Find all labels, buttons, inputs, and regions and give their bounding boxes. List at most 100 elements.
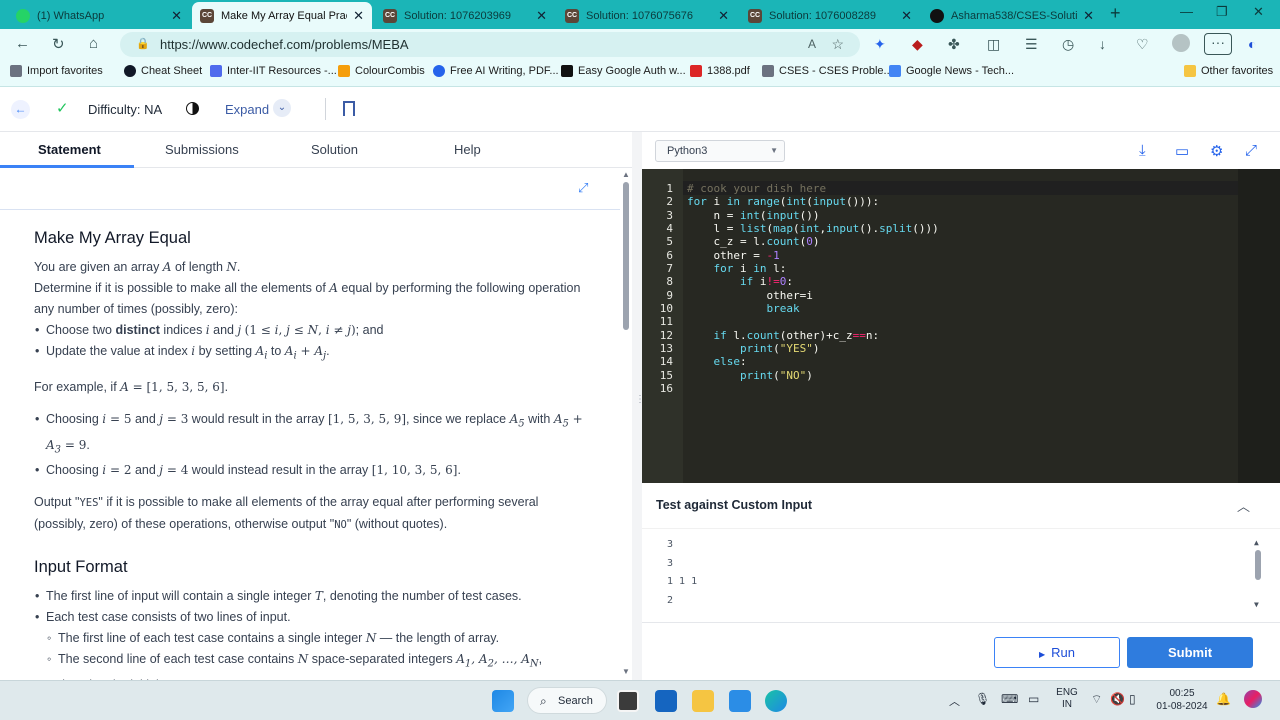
bookmark-item[interactable]: Easy Google Auth w...: [561, 65, 686, 77]
keyboard-icon[interactable]: ⌨: [1001, 692, 1018, 706]
list-item: Update the value at index i by setting A…: [35, 341, 589, 366]
scroll-down-icon[interactable]: ▼: [622, 667, 630, 676]
custom-input-header[interactable]: Test against Custom Input ︿: [642, 483, 1280, 529]
task-view-icon[interactable]: [617, 690, 639, 712]
display-icon[interactable]: ▭: [1028, 692, 1039, 706]
bookmark-label: ColourCombis: [355, 65, 425, 77]
chevron-down-icon[interactable]: ⌄: [273, 99, 291, 117]
notification-bell-icon[interactable]: 🔔: [1216, 692, 1231, 706]
bookmark-item[interactable]: Google News - Tech...: [889, 65, 1014, 77]
scroll-up-icon[interactable]: ▲: [622, 170, 630, 179]
bookmark-item[interactable]: Inter-IIT Resources -...: [210, 65, 337, 77]
bookmark-label: Google News - Tech...: [906, 65, 1015, 77]
run-button[interactable]: ▶ Run: [994, 637, 1120, 668]
close-icon[interactable]: ✕: [1083, 8, 1094, 24]
microsoft-store-icon[interactable]: [655, 690, 677, 712]
divider: [0, 209, 620, 210]
favorites-icon[interactable]: ☰: [1025, 36, 1038, 53]
bookmark-item[interactable]: CSES - CSES Proble...: [762, 65, 893, 77]
medium-icon: [561, 65, 573, 77]
download-icon[interactable]: ↓: [1099, 36, 1106, 52]
browser-tab-github[interactable]: Asharma538/CSES-Solutions ✕: [922, 2, 1102, 29]
volume-icon[interactable]: 🔇: [1110, 692, 1125, 706]
tab-statement[interactable]: Statement: [38, 142, 101, 157]
bookmark-item[interactable]: 1388.pdf: [690, 65, 750, 77]
play-icon: ▶: [1038, 650, 1046, 659]
read-aloud-icon[interactable]: A: [808, 32, 816, 57]
minimize-icon[interactable]: —: [1180, 4, 1193, 19]
vscode-icon[interactable]: [729, 690, 751, 712]
browser-tab-solution-1[interactable]: CC Solution: 1076203969 ✕: [375, 2, 555, 29]
scroll-down-icon[interactable]: ▼: [1254, 600, 1259, 609]
download-icon[interactable]: ⤓: [1139, 142, 1146, 159]
chevron-up-icon[interactable]: ︿: [949, 693, 960, 709]
extension-icon[interactable]: ✦: [874, 36, 886, 53]
browser-tab-solution-3[interactable]: CC Solution: 1076008289 ✕: [740, 2, 920, 29]
chat-icon[interactable]: ▭: [1175, 142, 1189, 160]
scroll-up-icon[interactable]: ▲: [1254, 538, 1259, 547]
language-select[interactable]: Python3 ▼: [655, 140, 785, 162]
close-icon[interactable]: ✕: [718, 8, 729, 24]
split-screen-icon[interactable]: ◫: [987, 36, 1000, 53]
theme-toggle-icon[interactable]: [186, 102, 199, 115]
profile-avatar[interactable]: [1172, 34, 1190, 52]
new-tab-button[interactable]: +: [1110, 3, 1121, 24]
more-menu-icon[interactable]: ···: [1204, 33, 1232, 55]
puzzle-icon[interactable]: ✤: [948, 36, 960, 53]
close-icon[interactable]: ✕: [536, 8, 547, 24]
wifi-icon[interactable]: ⌔: [1091, 692, 1102, 707]
back-icon[interactable]: ←: [15, 35, 30, 52]
file-explorer-icon[interactable]: [692, 690, 714, 712]
bookmark-item[interactable]: ColourCombis: [338, 65, 425, 77]
bookmark-item[interactable]: Import favorites: [10, 65, 103, 77]
microphone-icon[interactable]: 🎙: [975, 692, 990, 706]
custom-input-textarea[interactable]: 3 3 1 1 1 2 ▲ ▼: [656, 530, 1261, 612]
back-arrow-icon[interactable]: ←: [11, 100, 30, 119]
url-bar[interactable]: 🔒 https://www.codechef.com/problems/MEBA…: [120, 32, 860, 57]
scrollbar-thumb[interactable]: [623, 182, 629, 330]
performance-icon[interactable]: ♡: [1136, 36, 1149, 53]
copilot-icon[interactable]: [1244, 690, 1262, 708]
tab-help[interactable]: Help: [454, 142, 481, 157]
restore-icon[interactable]: ❐: [1216, 4, 1228, 20]
custom-input-scrollbar[interactable]: ▲ ▼: [1254, 538, 1262, 612]
clock[interactable]: 00:25 01-08-2024: [1154, 687, 1210, 713]
close-icon[interactable]: ✕: [171, 8, 182, 24]
close-window-icon[interactable]: ✕: [1253, 4, 1264, 20]
taskbar-search[interactable]: ⌕ Search: [527, 687, 607, 714]
expand-button[interactable]: Expand: [225, 102, 269, 117]
browser-tab-solution-2[interactable]: CC Solution: 1076075676 ✕: [557, 2, 737, 29]
ublock-icon[interactable]: ◆: [912, 36, 923, 53]
statement-scrollbar[interactable]: ▲ ▼: [621, 170, 631, 680]
panel-splitter[interactable]: ⋮⋮: [632, 132, 653, 680]
home-icon[interactable]: ⌂: [89, 35, 98, 52]
maximize-icon[interactable]: ⤢: [1245, 142, 1257, 159]
submit-button[interactable]: Submit: [1127, 637, 1253, 668]
browser-tab-whatsapp[interactable]: (1) WhatsApp ✕: [8, 2, 190, 29]
windows-taskbar: ⌕ Search ︿ 🎙 ⌨ ▭ ENG IN ⌔ 🔇 ▯ 00:25 01-08-…: [0, 680, 1280, 720]
bookmark-icon[interactable]: [343, 101, 355, 116]
close-icon[interactable]: ✕: [353, 8, 364, 24]
fullscreen-icon[interactable]: ⤢: [578, 180, 588, 196]
scrollbar-thumb[interactable]: [1255, 550, 1261, 580]
code-editor[interactable]: 1 2 3 4 5 6 7 8 9 10 11 12 13 14 15 16 #…: [642, 169, 1238, 483]
browser-tab-active[interactable]: CC Make My Array Equal Practice ✕: [192, 2, 372, 29]
windows-start-icon[interactable]: [492, 690, 514, 712]
battery-icon[interactable]: ▯: [1129, 692, 1136, 706]
tab-solution[interactable]: Solution: [311, 142, 358, 157]
refresh-icon[interactable]: ↻: [52, 35, 65, 53]
chevron-up-icon[interactable]: ︿: [1237, 496, 1250, 515]
language-indicator[interactable]: ENG IN: [1052, 687, 1082, 711]
edge-icon[interactable]: [765, 690, 787, 712]
operation-list: Choose two distinct indices i and j (1 ≤…: [35, 320, 589, 366]
code-line: n = int(input()): [687, 209, 820, 222]
tab-submissions[interactable]: Submissions: [165, 142, 239, 157]
close-icon[interactable]: ✕: [901, 8, 912, 24]
favorite-star-icon[interactable]: ☆: [831, 32, 844, 57]
gear-icon[interactable]: ⚙: [1210, 142, 1223, 160]
history-icon[interactable]: ◷: [1062, 36, 1074, 53]
other-favorites[interactable]: Other favorites: [1184, 65, 1273, 77]
bookmark-item[interactable]: Free AI Writing, PDF...: [433, 65, 559, 77]
bookmark-item[interactable]: Cheat Sheet: [124, 65, 202, 77]
copilot-icon[interactable]: ◐: [1248, 36, 1256, 52]
